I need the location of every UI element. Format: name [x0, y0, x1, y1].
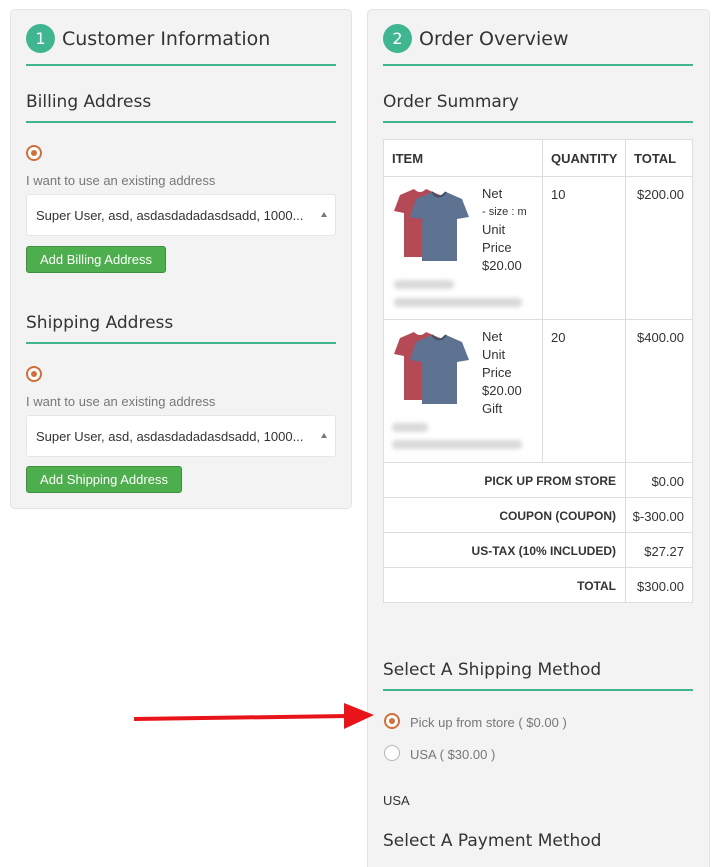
item-price-label: Price: [482, 365, 512, 380]
shipping-address-select[interactable]: Super User, asd, asdasdadadasdsadd, 1000…: [26, 415, 336, 457]
table-row-coupon: COUPON (COUPON) $-300.00: [384, 497, 692, 532]
table-row: Net - size : m Unit Price $20.00 10 $200…: [384, 176, 692, 319]
item-quantity: 10: [551, 187, 566, 202]
totals-label: US-TAX (10% INCLUDED): [471, 544, 616, 558]
usa-shipping-label[interactable]: USA ( $30.00 ): [410, 747, 495, 762]
shipping-method-title: Select A Shipping Method: [383, 660, 602, 680]
add-billing-address-button[interactable]: Add Billing Address: [26, 246, 166, 273]
totals-value: $0.00: [651, 474, 684, 489]
pickup-from-store-radio[interactable]: [384, 713, 400, 729]
billing-address-title: Billing Address: [26, 92, 152, 112]
totals-label: COUPON (COUPON): [499, 509, 616, 523]
usa-shipping-radio[interactable]: [384, 745, 400, 761]
step-number-badge: 1: [26, 24, 55, 53]
order-overview-title: Order Overview: [419, 27, 569, 50]
billing-existing-address-radio[interactable]: [26, 145, 42, 161]
item-quantity: 20: [551, 330, 566, 345]
item-gift-label: Gift: [482, 401, 503, 416]
shipping-group-label: USA: [383, 793, 410, 808]
item-size: - size : m: [482, 206, 527, 218]
shipping-existing-address-label: I want to use an existing address: [26, 394, 216, 409]
totals-label: PICK UP FROM STORE: [484, 474, 616, 488]
shipping-method-divider: [383, 689, 693, 691]
item-total: $200.00: [637, 187, 684, 202]
table-row-total: TOTAL $300.00: [384, 567, 692, 602]
table-row-pickup: PICK UP FROM STORE $0.00: [384, 462, 692, 497]
shipping-divider: [26, 342, 336, 344]
tshirt-product-image[interactable]: [390, 187, 472, 265]
table-row: Net Unit Price $20.00 Gift 20 $400.00: [384, 319, 692, 462]
redacted-text: [394, 280, 454, 289]
item-price-label: Price: [482, 240, 512, 255]
billing-address-select[interactable]: Super User, asd, asdasdadadasdsadd, 1000…: [26, 194, 336, 236]
totals-value: $27.27: [644, 544, 684, 559]
column-header-item: ITEM: [392, 151, 424, 166]
table-row-tax: US-TAX (10% INCLUDED) $27.27: [384, 532, 692, 567]
customer-information-title: Customer Information: [62, 27, 271, 50]
item-unit-price: $20.00: [482, 258, 522, 273]
tshirt-product-image[interactable]: [390, 330, 472, 408]
item-description: Net - size : m Unit Price $20.00: [482, 185, 527, 275]
redacted-text: [392, 440, 522, 449]
shipping-address-title: Shipping Address: [26, 313, 174, 333]
shipping-existing-address-radio[interactable]: [26, 366, 42, 382]
payment-method-title: Select A Payment Method: [383, 831, 602, 851]
order-overview-heading: 2 Order Overview: [383, 24, 569, 53]
heading-divider: [383, 64, 693, 66]
heading-divider: [26, 64, 336, 66]
order-summary-divider: [383, 121, 693, 123]
add-shipping-address-button[interactable]: Add Shipping Address: [26, 466, 182, 493]
totals-value: $-300.00: [632, 509, 684, 524]
redacted-text: [392, 423, 428, 432]
order-summary-title: Order Summary: [383, 92, 519, 112]
item-total: $400.00: [637, 330, 684, 345]
step-number-badge: 2: [383, 24, 412, 53]
column-header-total: TOTAL: [634, 151, 677, 166]
column-header-quantity: QUANTITY: [551, 151, 618, 166]
totals-value: $300.00: [637, 579, 684, 594]
billing-divider: [26, 121, 336, 123]
billing-existing-address-label: I want to use an existing address: [26, 173, 216, 188]
item-description: Net Unit Price $20.00 Gift: [482, 328, 522, 418]
order-summary-table: ITEM QUANTITY TOTAL Net - size : m Unit …: [383, 139, 693, 603]
red-arrow-icon: [133, 703, 374, 729]
item-name: Net: [482, 186, 503, 201]
pickup-from-store-label[interactable]: Pick up from store ( $0.00 ): [410, 715, 567, 730]
customer-information-heading: 1 Customer Information: [26, 24, 270, 53]
item-unit-price: $20.00: [482, 383, 522, 398]
caret-up-icon: [321, 212, 327, 217]
item-name: Net: [482, 329, 503, 344]
table-header-row: ITEM QUANTITY TOTAL: [384, 140, 692, 176]
billing-address-selected-value: Super User, asd, asdasdadadasdsadd, 1000…: [36, 207, 304, 223]
item-unit-label: Unit: [482, 222, 506, 237]
redacted-text: [394, 298, 522, 307]
shipping-address-selected-value: Super User, asd, asdasdadadasdsadd, 1000…: [36, 428, 304, 444]
item-unit-label: Unit: [482, 347, 506, 362]
totals-label: TOTAL: [577, 579, 616, 593]
caret-up-icon: [321, 433, 327, 438]
